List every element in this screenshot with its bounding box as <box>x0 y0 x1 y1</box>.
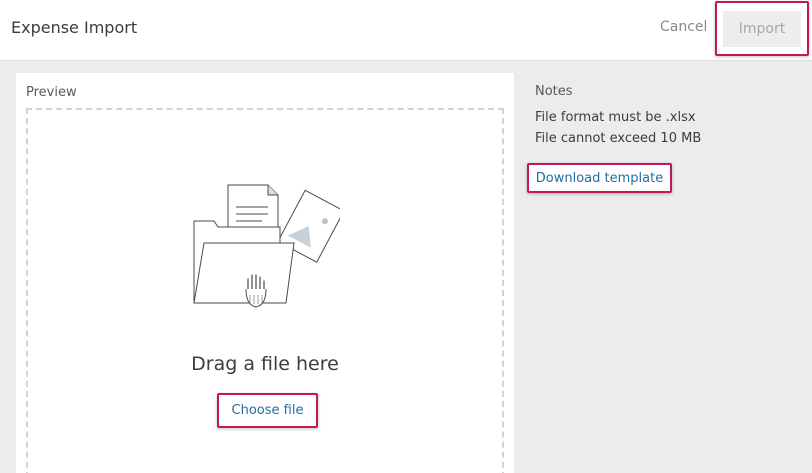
drag-instruction: Drag a file here <box>191 353 339 375</box>
choose-file-link[interactable]: Choose file <box>232 403 304 418</box>
notes-line-size: File cannot exceed 10 MB <box>535 131 702 146</box>
page-title: Expense Import <box>11 18 138 37</box>
file-dropzone[interactable]: Drag a file here Choose file <box>26 108 504 473</box>
notes-section: Notes File format must be .xlsx File can… <box>535 84 701 149</box>
cancel-button[interactable]: Cancel <box>660 19 707 35</box>
import-button-highlight: Import <box>715 1 809 56</box>
preview-label: Preview <box>26 85 77 100</box>
notes-title: Notes <box>535 84 573 99</box>
notes-line-format: File format must be .xlsx <box>535 110 696 125</box>
import-button[interactable]: Import <box>723 10 801 47</box>
file-upload-illustration-icon <box>193 184 340 308</box>
preview-panel: Preview Drag a file here Choose file <box>16 73 514 473</box>
download-template-highlight: Download template <box>527 163 672 193</box>
header-bar: Expense Import Cancel Import <box>0 0 812 61</box>
download-template-link[interactable]: Download template <box>536 171 663 186</box>
choose-file-highlight: Choose file <box>217 393 318 428</box>
